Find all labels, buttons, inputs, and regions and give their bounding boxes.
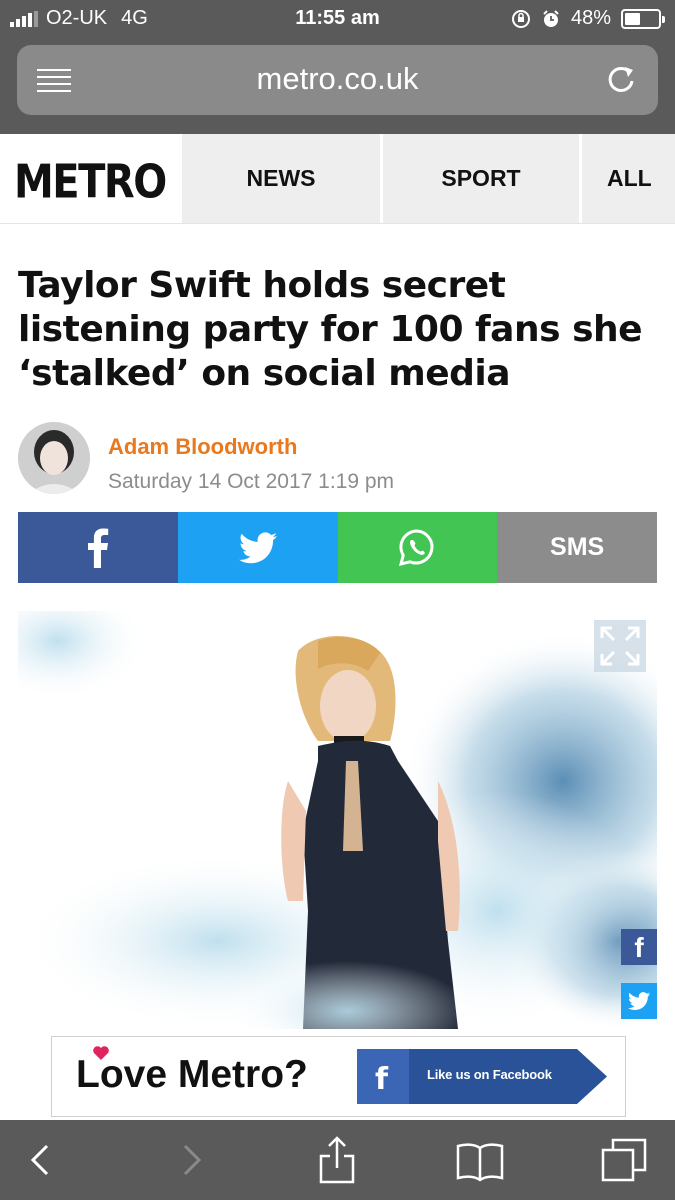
forward-button[interactable]	[162, 1134, 218, 1186]
browser-chrome-top: O2-UK 4G 11:55 am 48% metro.co.uk	[0, 0, 675, 134]
reload-icon[interactable]	[604, 61, 638, 97]
chevron-right-icon	[183, 1144, 202, 1176]
twitter-icon	[238, 531, 277, 563]
battery-icon	[621, 8, 665, 29]
share-bar: SMS	[18, 512, 657, 583]
back-button[interactable]	[14, 1134, 70, 1186]
site-nav: METRO NEWS SPORT ALL	[0, 134, 675, 224]
share-icon	[319, 1136, 355, 1184]
share-twitter-button[interactable]	[177, 512, 338, 583]
tab-all[interactable]: ALL	[582, 134, 675, 223]
image-share-facebook-button[interactable]: f	[621, 929, 657, 965]
battery-percent: 48%	[570, 7, 611, 29]
facebook-icon: f	[634, 932, 644, 963]
love-metro-banner[interactable]: Love Metro? f Like us on Facebook	[51, 1036, 626, 1117]
bookmarks-button[interactable]	[452, 1134, 508, 1186]
tabs-button[interactable]	[597, 1134, 653, 1186]
share-sms-button[interactable]: SMS	[497, 512, 657, 583]
alarm-icon	[543, 9, 559, 27]
article-headline: Taylor Swift holds secret listening part…	[18, 265, 643, 394]
heart-icon	[93, 1046, 109, 1060]
publish-date: Saturday 14 Oct 2017 1:19 pm	[108, 470, 395, 493]
share-button[interactable]	[309, 1134, 365, 1186]
expand-image-button[interactable]	[594, 620, 646, 672]
facebook-icon: f	[375, 1062, 389, 1097]
article-hero-image[interactable]	[18, 611, 657, 1029]
twitter-icon	[628, 992, 651, 1011]
browser-toolbar	[0, 1120, 675, 1200]
author-avatar[interactable]	[18, 422, 90, 494]
tabs-icon	[601, 1138, 647, 1182]
banner-text: Love Metro?	[76, 1053, 308, 1096]
facebook-icon	[87, 528, 109, 568]
expand-icon	[600, 626, 640, 666]
image-share-twitter-button[interactable]	[621, 983, 657, 1019]
status-bar: O2-UK 4G 11:55 am 48%	[0, 0, 675, 38]
url-text[interactable]: metro.co.uk	[17, 61, 658, 97]
book-icon	[456, 1143, 504, 1182]
chevron-left-icon	[30, 1144, 49, 1176]
whatsapp-icon	[399, 528, 434, 566]
address-bar[interactable]: metro.co.uk	[17, 45, 658, 115]
like-on-facebook-label: Like us on Facebook	[427, 1067, 552, 1082]
author-name[interactable]: Adam Bloodworth	[108, 434, 297, 460]
metro-logo[interactable]: METRO	[14, 156, 167, 209]
tab-sport[interactable]: SPORT	[383, 134, 579, 223]
share-facebook-button[interactable]	[18, 512, 178, 583]
tab-news[interactable]: NEWS	[182, 134, 380, 223]
share-whatsapp-button[interactable]	[337, 512, 498, 583]
like-on-facebook-button[interactable]: f Like us on Facebook	[357, 1049, 607, 1104]
orientation-lock-icon	[511, 9, 530, 28]
